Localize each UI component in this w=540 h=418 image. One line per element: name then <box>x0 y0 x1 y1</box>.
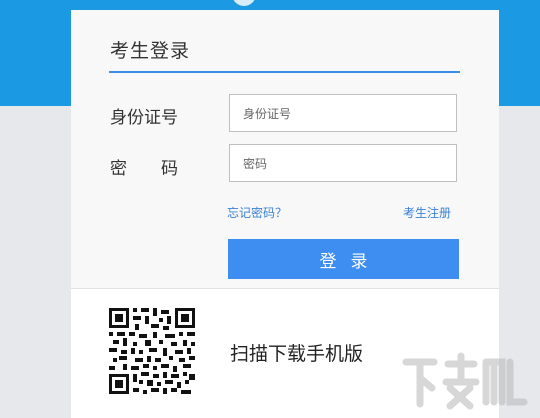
id-number-label: 身份证号 <box>110 108 178 128</box>
forgot-password-link[interactable]: 忘记密码？ <box>227 204 287 221</box>
title-underline <box>109 71 460 73</box>
password-input[interactable] <box>229 144 457 182</box>
login-button[interactable]: 登录 <box>228 239 459 279</box>
login-title: 考生登录 <box>110 40 191 62</box>
id-number-input[interactable] <box>229 94 457 132</box>
password-label: 密 码 <box>110 159 178 179</box>
scan-download-text: 扫描下载手机版 <box>230 343 364 365</box>
qr-code-icon <box>109 308 195 394</box>
watermark-logo-icon <box>402 352 528 410</box>
register-link[interactable]: 考生注册 <box>403 204 451 221</box>
section-divider <box>71 288 499 289</box>
banner-fold-decoration <box>232 0 256 6</box>
